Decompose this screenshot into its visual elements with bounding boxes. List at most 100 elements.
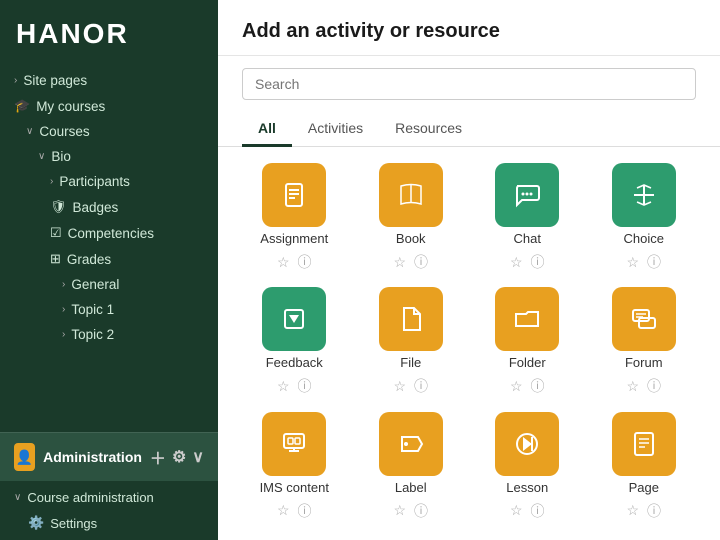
tabs-bar: All Activities Resources <box>218 112 720 147</box>
list-item: Label ☆ ⓘ <box>359 412 464 524</box>
star-icon[interactable]: ☆ <box>626 378 639 395</box>
sidebar-label: Badges <box>73 200 119 215</box>
info-icon[interactable]: ⓘ <box>647 376 661 396</box>
sidebar-label: Site pages <box>23 73 87 88</box>
list-item: Page ☆ ⓘ <box>592 412 697 524</box>
list-item: Choice ☆ ⓘ <box>592 163 697 275</box>
info-icon[interactable]: ⓘ <box>298 376 312 396</box>
star-icon[interactable]: ☆ <box>277 378 290 395</box>
sidebar-item-course-admin[interactable]: ∨ Course administration <box>0 485 218 510</box>
tab-all[interactable]: All <box>242 112 292 147</box>
chat-icon[interactable] <box>495 163 559 227</box>
sidebar-item-my-courses[interactable]: 🎓 My courses <box>0 93 218 119</box>
gear-icon[interactable]: ⚙ <box>172 447 186 467</box>
star-icon[interactable]: ☆ <box>393 378 406 395</box>
activity-label: Lesson <box>506 480 548 495</box>
sidebar-item-participants[interactable]: › Participants <box>0 169 218 194</box>
ims-content-icon[interactable] <box>262 412 326 476</box>
info-icon[interactable]: ⓘ <box>531 252 545 272</box>
sidebar-item-topic2[interactable]: › Topic 2 <box>0 322 218 347</box>
star-icon[interactable]: ☆ <box>277 254 290 271</box>
main-dialog: Add an activity or resource All Activiti… <box>218 0 720 540</box>
info-icon[interactable]: ⓘ <box>531 501 545 521</box>
file-icon[interactable] <box>379 287 443 351</box>
feedback-icon[interactable] <box>262 287 326 351</box>
sidebar-label: Bio <box>51 149 71 164</box>
graduation-icon: 🎓 <box>14 98 30 114</box>
sidebar-label: Topic 2 <box>71 327 114 342</box>
list-item: Feedback ☆ ⓘ <box>242 287 347 399</box>
info-icon[interactable]: ⓘ <box>647 252 661 272</box>
dialog-title: Add an activity or resource <box>242 20 696 43</box>
activity-label: Chat <box>514 231 541 246</box>
info-icon[interactable]: ⓘ <box>414 252 428 272</box>
activity-actions: ☆ ⓘ <box>626 501 661 521</box>
admin-label: Administration <box>43 449 142 465</box>
activity-label: Book <box>396 231 426 246</box>
admin-controls: ＋ ⚙ ∨ <box>150 445 204 469</box>
star-icon[interactable]: ☆ <box>277 502 290 519</box>
tab-resources[interactable]: Resources <box>379 112 478 147</box>
activity-actions: ☆ ⓘ <box>510 376 545 396</box>
sidebar-label: Settings <box>50 516 97 531</box>
star-icon[interactable]: ☆ <box>510 254 523 271</box>
info-icon[interactable]: ⓘ <box>298 252 312 272</box>
folder-icon[interactable] <box>495 287 559 351</box>
sidebar-item-site-pages[interactable]: › Site pages <box>0 68 218 93</box>
sidebar-item-topic1[interactable]: › Topic 1 <box>0 297 218 322</box>
activity-label: Choice <box>624 231 664 246</box>
forum-icon[interactable] <box>612 287 676 351</box>
activity-actions: ☆ ⓘ <box>626 252 661 272</box>
activity-label: Assignment <box>260 231 328 246</box>
sidebar-label: My courses <box>36 99 105 114</box>
list-item: File ☆ ⓘ <box>359 287 464 399</box>
activities-grid: Assignment ☆ ⓘ Book ☆ ⓘ <box>218 147 720 540</box>
assignment-icon[interactable] <box>262 163 326 227</box>
star-icon[interactable]: ☆ <box>626 254 639 271</box>
sidebar-label: General <box>71 277 119 292</box>
sidebar-item-bio[interactable]: ∨ Bio <box>0 144 218 169</box>
chevron-icon: ∨ <box>14 492 21 503</box>
page-icon[interactable] <box>612 412 676 476</box>
choice-icon[interactable] <box>612 163 676 227</box>
star-icon[interactable]: ☆ <box>510 502 523 519</box>
sidebar-item-competencies[interactable]: ☑ Competencies <box>0 220 218 246</box>
gear-icon: ⚙️ <box>28 515 44 531</box>
list-item: Assignment ☆ ⓘ <box>242 163 347 275</box>
star-icon[interactable]: ☆ <box>393 254 406 271</box>
info-icon[interactable]: ⓘ <box>647 501 661 521</box>
tab-activities[interactable]: Activities <box>292 112 379 147</box>
sidebar-item-courses[interactable]: ∨ Courses <box>0 119 218 144</box>
book-icon[interactable] <box>379 163 443 227</box>
activity-actions: ☆ ⓘ <box>626 376 661 396</box>
add-icon[interactable]: ＋ <box>150 445 166 469</box>
lesson-icon[interactable] <box>495 412 559 476</box>
label-icon[interactable] <box>379 412 443 476</box>
sidebar-item-badges[interactable]: 🛡 Badges <box>0 194 218 220</box>
info-icon[interactable]: ⓘ <box>414 376 428 396</box>
star-icon[interactable]: ☆ <box>626 502 639 519</box>
activity-actions: ☆ ⓘ <box>393 501 428 521</box>
star-icon[interactable]: ☆ <box>393 502 406 519</box>
star-icon[interactable]: ☆ <box>510 378 523 395</box>
chevron-icon: › <box>62 329 65 340</box>
shield-icon: 🛡 <box>50 199 67 215</box>
info-icon[interactable]: ⓘ <box>414 501 428 521</box>
sidebar-label: Competencies <box>68 226 154 241</box>
activity-label: Forum <box>625 355 663 370</box>
info-icon[interactable]: ⓘ <box>298 501 312 521</box>
logo: HANOR <box>0 0 218 64</box>
sidebar-label: Courses <box>39 124 89 139</box>
grid-icon: ⊞ <box>50 251 61 267</box>
search-input[interactable] <box>242 68 696 100</box>
sidebar-item-settings[interactable]: ⚙️ Settings <box>0 510 218 536</box>
chevron-down-icon[interactable]: ∨ <box>192 447 204 467</box>
info-icon[interactable]: ⓘ <box>531 376 545 396</box>
person-icon: 👤 <box>16 449 33 466</box>
chevron-icon: › <box>62 279 65 290</box>
admin-section: 👤 Administration ＋ ⚙ ∨ <box>0 432 218 481</box>
avatar: 👤 <box>14 443 35 471</box>
sidebar-label: Participants <box>59 174 130 189</box>
sidebar-item-general[interactable]: › General <box>0 272 218 297</box>
sidebar-item-grades[interactable]: ⊞ Grades <box>0 246 218 272</box>
